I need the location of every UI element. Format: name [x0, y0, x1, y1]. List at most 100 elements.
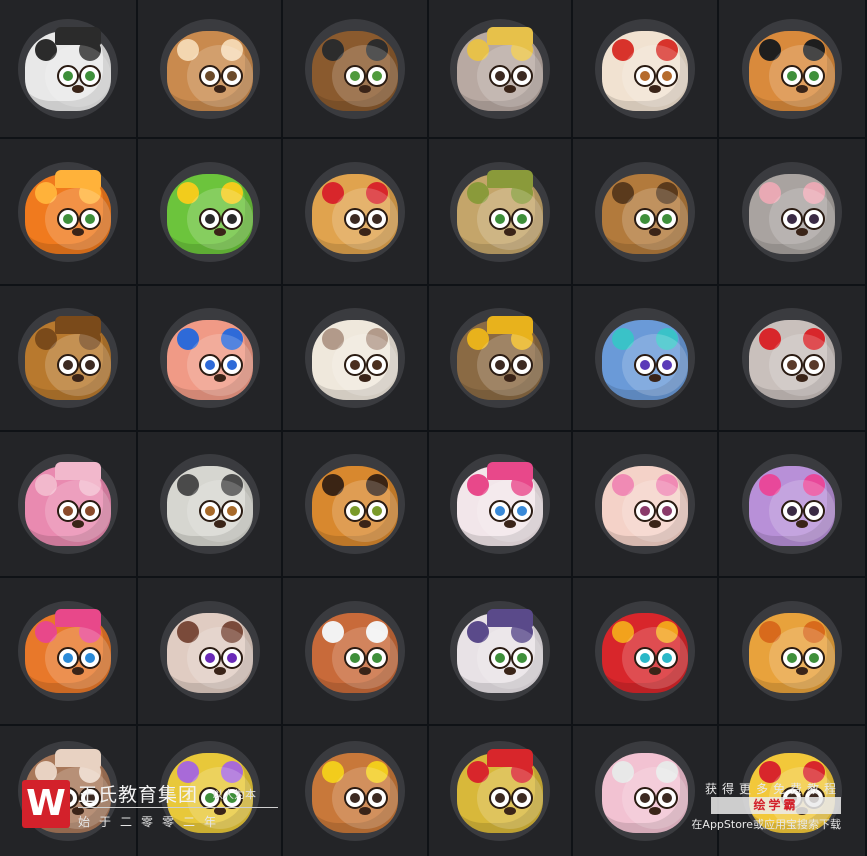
nose-icon [796, 227, 808, 236]
avatar-tile[interactable] [429, 0, 571, 137]
avatar-tile[interactable] [283, 286, 427, 430]
zebra-avatar [25, 26, 111, 111]
avatar-tile[interactable] [573, 578, 717, 724]
headwear-icon [55, 749, 101, 767]
avatar-tile[interactable] [573, 0, 717, 137]
eye-icon [198, 207, 221, 230]
eye-icon [489, 647, 511, 669]
avatar-tile[interactable] [138, 286, 281, 430]
nose-icon [359, 520, 371, 528]
eye-icon [198, 500, 221, 522]
tiger-avatar [312, 466, 398, 546]
avatar-tile[interactable] [0, 286, 136, 430]
avatar-tile[interactable] [138, 0, 281, 137]
brand-slogan: 以人为本 [212, 788, 256, 801]
nose-icon [72, 227, 84, 236]
eye-icon [634, 64, 656, 87]
eye-icon [634, 354, 656, 376]
avatar-grid [0, 0, 867, 856]
eye-icon [781, 647, 803, 669]
app-brand: 绘学霸 [711, 797, 841, 814]
hippo-bow-avatar [749, 466, 835, 546]
avatar-tile[interactable] [429, 139, 571, 284]
avatar-tile[interactable] [283, 726, 427, 856]
avatar-tile[interactable] [138, 578, 281, 724]
eye-icon [366, 64, 388, 87]
horse-avatar [457, 609, 543, 693]
avatar-tile[interactable] [429, 578, 571, 724]
eye-icon [803, 647, 825, 669]
nose-icon [796, 84, 808, 93]
nose-icon [796, 667, 808, 675]
watermark-right: 获得更多免费教程 绘学霸 在AppStore或应用宝搜索下载 [645, 778, 855, 838]
avatar-tile[interactable] [719, 0, 865, 137]
avatar-tile[interactable] [719, 286, 865, 430]
raccoon-dog-avatar [166, 613, 253, 693]
brand-since: 始于二零零二年 [78, 815, 226, 829]
eye-icon [511, 64, 533, 87]
nose-icon [796, 374, 808, 382]
eye-icon [781, 500, 803, 522]
avatar-tile[interactable] [719, 578, 865, 724]
avatar-tile[interactable] [573, 139, 717, 284]
avatar-tile[interactable] [283, 0, 427, 137]
koala-monocle-avatar [457, 26, 543, 111]
eye-icon [511, 787, 533, 809]
eye-icon [489, 354, 511, 376]
headwear-icon [487, 609, 533, 627]
watermark-left: W 王氏教育集团 以人为本 始于二零零二年 [22, 778, 278, 838]
eye-icon [803, 64, 825, 87]
eye-icon [366, 500, 388, 522]
parrot-rooster-avatar [457, 749, 543, 833]
eye-icon [79, 207, 101, 230]
eye-icon [79, 64, 101, 87]
frilled-lizard-avatar [25, 609, 111, 693]
avatar-tile[interactable] [719, 432, 865, 576]
nose-icon [504, 227, 516, 236]
nose-icon [72, 520, 84, 528]
eye-icon [57, 500, 79, 522]
avatar-tile[interactable] [138, 432, 281, 576]
eye-icon [344, 647, 366, 669]
avatar-tile[interactable] [429, 286, 571, 430]
avatar-tile[interactable] [0, 0, 136, 137]
avatar-tile[interactable] [429, 726, 571, 856]
eye-icon [79, 354, 101, 376]
pink-sheep-avatar [25, 462, 111, 546]
fire-creature-avatar [25, 169, 111, 254]
eye-icon [198, 64, 221, 87]
brand-name: 王氏教育集团 [78, 784, 199, 806]
store-text: 在AppStore或应用宝搜索下载 [691, 818, 841, 831]
eye-icon [489, 500, 511, 522]
nose-icon [796, 520, 808, 528]
avatar-tile[interactable] [0, 578, 136, 724]
avatar-tile[interactable] [573, 286, 717, 430]
avatar-tile[interactable] [283, 432, 427, 576]
avatar-tile[interactable] [573, 432, 717, 576]
tree-sprite-avatar [457, 169, 543, 254]
crystal-deer-avatar [602, 320, 688, 400]
eye-icon [198, 354, 221, 376]
avatar-tile[interactable] [429, 432, 571, 576]
brown-bear-avatar [602, 173, 688, 254]
nose-icon [504, 520, 516, 528]
eye-icon [656, 647, 678, 669]
avatar-tile[interactable] [0, 432, 136, 576]
frog-king-avatar [166, 173, 253, 254]
eye-icon [366, 787, 388, 809]
nose-icon [359, 374, 371, 382]
eye-icon [781, 64, 803, 87]
eye-icon [344, 207, 366, 230]
nose-icon [504, 807, 516, 815]
eye-icon [489, 787, 511, 809]
eye-icon [79, 647, 101, 669]
avatar-tile[interactable] [283, 139, 427, 284]
avatar-tile[interactable] [719, 139, 865, 284]
eye-icon [781, 207, 803, 230]
eye-icon [656, 500, 678, 522]
avatar-tile[interactable] [0, 139, 136, 284]
eye-icon [220, 647, 243, 669]
avatar-tile[interactable] [138, 139, 281, 284]
avatar-tile[interactable] [283, 578, 427, 724]
headwear-icon [55, 169, 101, 188]
